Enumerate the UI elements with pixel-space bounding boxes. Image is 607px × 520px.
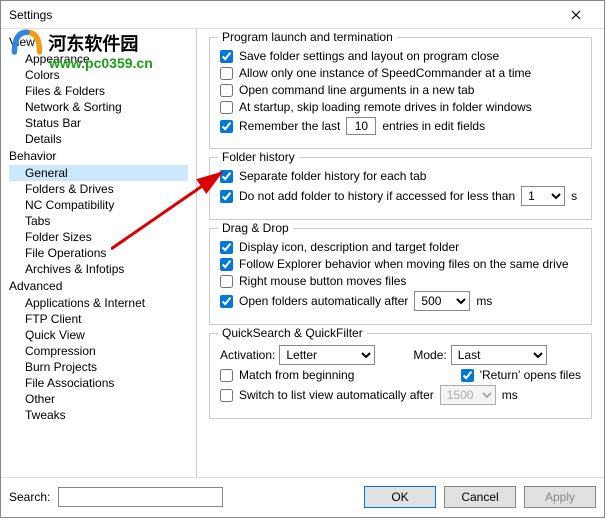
tree-item-compression[interactable]: Compression <box>9 343 188 359</box>
tree-item-file-operations[interactable]: File Operations <box>9 245 188 261</box>
chk-separate-history[interactable] <box>220 170 233 183</box>
tree-item-file-associations[interactable]: File Associations <box>9 375 188 391</box>
group-dragdrop: Drag & Drop Display icon, description an… <box>209 228 592 325</box>
lbl-switch-list-b: ms <box>502 388 518 402</box>
tree-cat-behavior[interactable]: Behavior <box>9 147 188 165</box>
tree-item-other[interactable]: Other <box>9 391 188 407</box>
select-activation[interactable]: Letter <box>279 345 375 365</box>
input-remember-count[interactable] <box>346 117 376 135</box>
lbl-noadd-b: s <box>571 189 577 203</box>
tree-item-general[interactable]: General <box>9 165 188 181</box>
lbl-activation: Activation: <box>220 348 275 362</box>
lbl-separate-history: Separate folder history for each tab <box>239 169 426 183</box>
tree-item-network-sorting[interactable]: Network & Sorting <box>9 99 188 115</box>
tree-item-appearance[interactable]: Appearance <box>9 51 188 67</box>
group-quicksearch: QuickSearch & QuickFilter Activation: Le… <box>209 333 592 419</box>
tree-item-status-bar[interactable]: Status Bar <box>9 115 188 131</box>
window-title: Settings <box>9 8 52 22</box>
select-noadd-seconds[interactable]: 1 <box>521 186 565 206</box>
chk-return-opens[interactable] <box>461 369 474 382</box>
chk-remember-last[interactable] <box>220 120 233 133</box>
tree-cat-view[interactable]: View <box>9 33 188 51</box>
apply-button[interactable]: Apply <box>524 486 596 508</box>
lbl-match-begin: Match from beginning <box>239 368 354 382</box>
lbl-save-folder: Save folder settings and layout on progr… <box>239 49 499 63</box>
chk-match-begin[interactable] <box>220 369 233 382</box>
tree-item-burn-projects[interactable]: Burn Projects <box>9 359 188 375</box>
tree-item-tweaks[interactable]: Tweaks <box>9 407 188 423</box>
lbl-mode: Mode: <box>413 348 446 362</box>
search-input[interactable] <box>58 487 223 507</box>
settings-tree: View Appearance Colors Files & Folders N… <box>1 29 197 477</box>
tree-item-quick-view[interactable]: Quick View <box>9 327 188 343</box>
chk-right-mouse[interactable] <box>220 275 233 288</box>
chk-switch-list[interactable] <box>220 389 233 402</box>
lbl-remember-a: Remember the last <box>239 119 340 133</box>
ok-button[interactable]: OK <box>364 486 436 508</box>
group-history-legend: Folder history <box>218 150 299 164</box>
group-history: Folder history Separate folder history f… <box>209 157 592 220</box>
tree-item-tabs[interactable]: Tabs <box>9 213 188 229</box>
lbl-open-auto-b: ms <box>476 294 492 308</box>
close-button[interactable] <box>556 5 596 25</box>
chk-save-folder[interactable] <box>220 50 233 63</box>
group-quicksearch-legend: QuickSearch & QuickFilter <box>218 326 367 340</box>
group-dragdrop-legend: Drag & Drop <box>218 221 293 235</box>
chk-only-one[interactable] <box>220 67 233 80</box>
lbl-switch-list-a: Switch to list view automatically after <box>239 388 434 402</box>
tree-item-files-folders[interactable]: Files & Folders <box>9 83 188 99</box>
tree-item-archives-infotips[interactable]: Archives & Infotips <box>9 261 188 277</box>
tree-item-colors[interactable]: Colors <box>9 67 188 83</box>
tree-item-folders-drives[interactable]: Folders & Drives <box>9 181 188 197</box>
select-mode[interactable]: Last <box>451 345 547 365</box>
tree-item-nc-compatibility[interactable]: NC Compatibility <box>9 197 188 213</box>
group-launch: Program launch and termination Save fold… <box>209 37 592 149</box>
tree-cat-advanced[interactable]: Advanced <box>9 277 188 295</box>
select-open-auto-ms[interactable]: 500 <box>414 291 470 311</box>
tree-item-ftp-client[interactable]: FTP Client <box>9 311 188 327</box>
close-icon <box>571 10 581 20</box>
lbl-follow-explorer: Follow Explorer behavior when moving fil… <box>239 257 569 271</box>
lbl-open-auto-a: Open folders automatically after <box>239 294 408 308</box>
group-launch-legend: Program launch and termination <box>218 30 397 44</box>
cancel-button[interactable]: Cancel <box>444 486 516 508</box>
tree-item-details[interactable]: Details <box>9 131 188 147</box>
tree-item-applications-internet[interactable]: Applications & Internet <box>9 295 188 311</box>
tree-item-folder-sizes[interactable]: Folder Sizes <box>9 229 188 245</box>
chk-follow-explorer[interactable] <box>220 258 233 271</box>
lbl-right-mouse: Right mouse button moves files <box>239 274 406 288</box>
lbl-return-opens: 'Return' opens files <box>480 368 581 382</box>
lbl-remember-b: entries in edit fields <box>382 119 485 133</box>
chk-open-auto[interactable] <box>220 295 233 308</box>
lbl-only-one: Allow only one instance of SpeedCommande… <box>239 66 531 80</box>
chk-cmd-args[interactable] <box>220 84 233 97</box>
chk-noadd-history[interactable] <box>220 190 233 203</box>
lbl-display-icon: Display icon, description and target fol… <box>239 240 459 254</box>
search-label: Search: <box>9 490 50 504</box>
chk-display-icon[interactable] <box>220 241 233 254</box>
lbl-noadd-a: Do not add folder to history if accessed… <box>239 189 515 203</box>
lbl-cmd-args: Open command line arguments in a new tab <box>239 83 474 97</box>
chk-skip-remote[interactable] <box>220 101 233 114</box>
lbl-skip-remote: At startup, skip loading remote drives i… <box>239 100 532 114</box>
select-switch-list-ms: 1500 <box>440 385 496 405</box>
